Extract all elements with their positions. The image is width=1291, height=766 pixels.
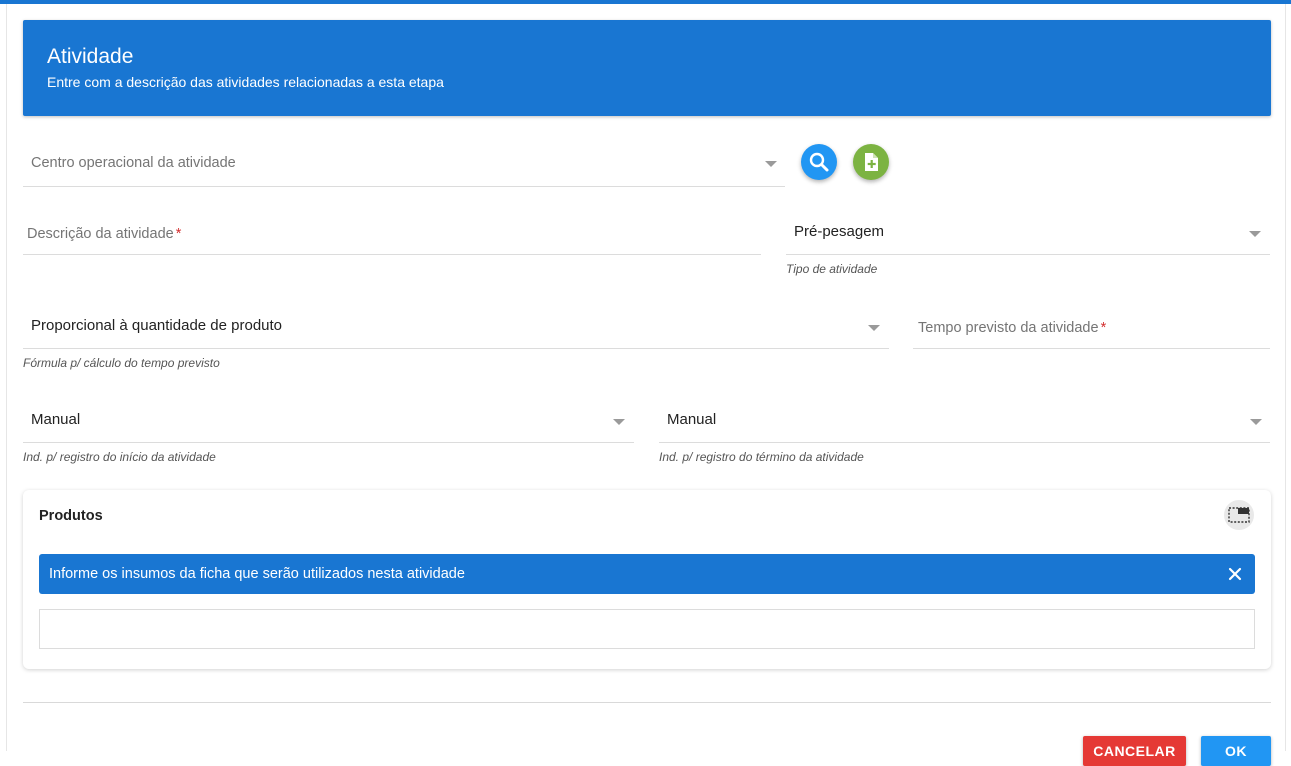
info-alert-text: Informe os insumos da ficha que serão ut… [49, 566, 465, 582]
ind-inicio-select[interactable]: Manual [23, 398, 634, 443]
produtos-title: Produtos [39, 508, 103, 524]
produtos-table[interactable] [39, 609, 1255, 649]
dialog-left-border [6, 4, 7, 751]
ind-inicio-value: Manual [31, 411, 81, 428]
ok-button[interactable]: OK [1201, 736, 1271, 766]
page-title: Atividade [47, 45, 134, 68]
formula-value: Proporcional à quantidade de produto [31, 317, 283, 334]
chevron-down-icon [868, 325, 880, 331]
dialog-right-border [1285, 4, 1286, 751]
alert-close-button[interactable] [1225, 564, 1245, 584]
fullscreen-toggle-button[interactable] [1224, 500, 1254, 530]
formula-hint: Fórmula p/ cálculo do tempo previsto [23, 356, 220, 370]
required-mark: * [175, 226, 182, 242]
chevron-down-icon [1250, 419, 1262, 425]
required-mark: * [1100, 320, 1107, 336]
tempo-previsto-input[interactable]: Tempo previsto da atividade * [913, 304, 1270, 349]
ind-termino-select[interactable]: Manual [659, 398, 1270, 443]
footer-divider [23, 702, 1271, 703]
ind-termino-hint: Ind. p/ registro do término da atividade [659, 450, 864, 464]
search-icon [809, 152, 829, 172]
descricao-atividade-placeholder: Descrição da atividade [27, 226, 174, 242]
fullscreen-toggle-icon [1228, 507, 1250, 523]
formula-select[interactable]: Proporcional à quantidade de produto [23, 304, 889, 349]
top-accent-bar [0, 0, 1291, 4]
centro-operacional-placeholder: Centro operacional da atividade [31, 155, 236, 171]
produtos-card: Produtos Informe os insumos da ficha que… [23, 490, 1271, 669]
info-alert: Informe os insumos da ficha que serão ut… [39, 554, 1255, 594]
chevron-down-icon [613, 419, 625, 425]
descricao-atividade-input[interactable]: Descrição da atividade * [23, 210, 761, 255]
tipo-atividade-hint: Tipo de atividade [786, 262, 878, 276]
chevron-down-icon [1249, 231, 1261, 237]
chevron-down-icon [765, 161, 777, 167]
centro-operacional-select[interactable]: Centro operacional da atividade [23, 140, 785, 187]
ind-termino-value: Manual [667, 411, 717, 428]
close-icon [1228, 567, 1242, 581]
add-document-icon [865, 153, 878, 171]
cancel-button[interactable]: CANCELAR [1083, 736, 1186, 766]
ind-inicio-hint: Ind. p/ registro do início da atividade [23, 450, 216, 464]
tipo-atividade-select[interactable]: Pré-pesagem [786, 210, 1270, 255]
tempo-previsto-placeholder: Tempo previsto da atividade [918, 320, 1099, 336]
search-button[interactable] [801, 144, 837, 180]
new-centro-button[interactable] [853, 144, 889, 180]
tipo-atividade-value: Pré-pesagem [794, 223, 885, 240]
page-subtitle: Entre com a descrição das atividades rel… [47, 74, 444, 90]
dialog-header: Atividade Entre com a descrição das ativ… [23, 20, 1271, 116]
